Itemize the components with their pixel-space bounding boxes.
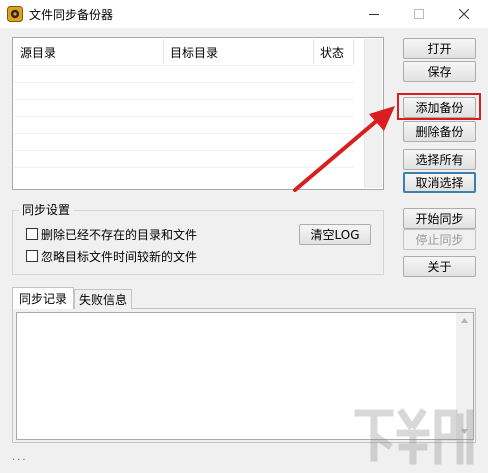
ignore-newer-label[interactable]: 忽略目标文件时间较新的文件 [41,248,197,265]
column-divider[interactable] [353,39,354,64]
delete-missing-checkbox[interactable] [26,228,38,240]
ignore-newer-checkbox[interactable] [26,250,38,262]
minimize-button[interactable] [354,0,394,28]
annotation-arrow-icon [293,106,395,192]
column-divider[interactable] [163,39,164,64]
about-button[interactable]: 关于 [403,256,476,277]
status-text: ... [12,452,28,463]
list-row-line [14,65,354,66]
maximize-icon [414,9,424,19]
app-icon [7,6,23,22]
annotation-highlight-box [397,93,481,120]
column-header-status[interactable]: 状态 [320,44,344,61]
list-row-line [14,82,354,83]
list-header: 源目录 目标目录 状态 [13,38,383,65]
clear-log-button[interactable]: 清空LOG [299,224,371,245]
select-all-button[interactable]: 选择所有 [403,149,476,170]
delete-backup-button[interactable]: 删除备份 [403,121,476,142]
close-icon [459,9,469,19]
stop-sync-button[interactable]: 停止同步 [403,229,476,250]
tab-sync-log[interactable]: 同步记录 [12,287,74,309]
save-button[interactable]: 保存 [403,61,476,82]
download-site-logo [354,408,474,465]
column-header-source[interactable]: 源目录 [20,44,56,61]
close-button[interactable] [444,0,484,28]
start-sync-button[interactable]: 开始同步 [403,208,476,229]
open-button[interactable]: 打开 [403,38,476,59]
column-header-target[interactable]: 目标目录 [170,44,218,61]
tab-failure-info[interactable]: 失败信息 [74,289,132,309]
minimize-icon [369,14,379,15]
sync-settings-legend: 同步设置 [19,201,74,218]
maximize-button[interactable] [399,0,439,28]
title-bar: 文件同步备份器 [0,0,488,28]
delete-missing-label[interactable]: 删除已经不存在的目录和文件 [41,226,197,243]
window-title: 文件同步备份器 [29,8,114,22]
cancel-select-button[interactable]: 取消选择 [403,172,476,193]
column-divider[interactable] [313,39,314,64]
